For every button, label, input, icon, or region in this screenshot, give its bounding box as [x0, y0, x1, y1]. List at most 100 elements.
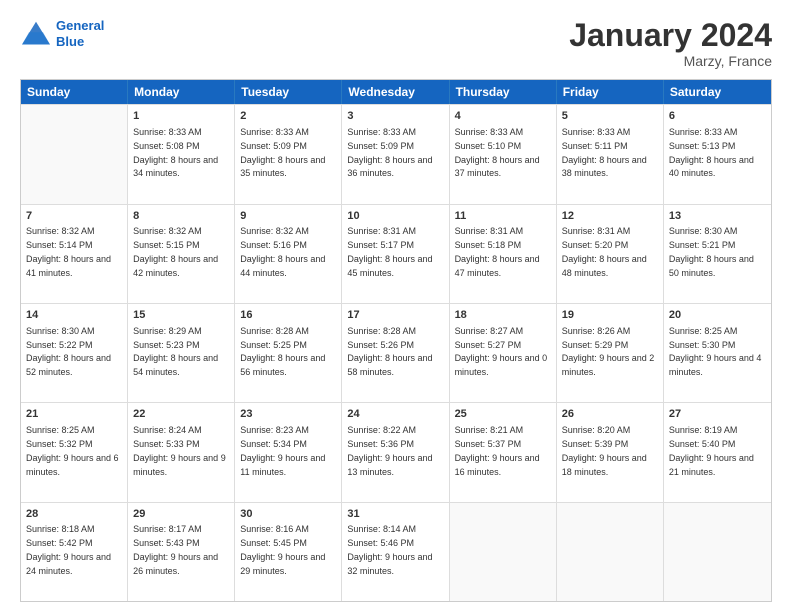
calendar-title: January 2024 [569, 18, 772, 53]
cal-cell-1-1: 8 Sunrise: 8:32 AMSunset: 5:15 PMDayligh… [128, 205, 235, 303]
day-info: Sunrise: 8:31 AMSunset: 5:17 PMDaylight:… [347, 226, 432, 277]
day-info: Sunrise: 8:33 AMSunset: 5:13 PMDaylight:… [669, 127, 754, 178]
day-number: 3 [347, 109, 443, 124]
week-row-0: 1 Sunrise: 8:33 AMSunset: 5:08 PMDayligh… [21, 104, 771, 203]
day-number: 28 [26, 507, 122, 522]
day-number: 2 [240, 109, 336, 124]
day-info: Sunrise: 8:33 AMSunset: 5:09 PMDaylight:… [240, 127, 325, 178]
day-info: Sunrise: 8:25 AMSunset: 5:30 PMDaylight:… [669, 326, 762, 377]
day-info: Sunrise: 8:18 AMSunset: 5:42 PMDaylight:… [26, 524, 111, 575]
header-day-tuesday: Tuesday [235, 80, 342, 104]
day-info: Sunrise: 8:14 AMSunset: 5:46 PMDaylight:… [347, 524, 432, 575]
cal-cell-3-3: 24 Sunrise: 8:22 AMSunset: 5:36 PMDaylig… [342, 403, 449, 501]
day-info: Sunrise: 8:23 AMSunset: 5:34 PMDaylight:… [240, 425, 325, 476]
logo-line1: General [56, 18, 104, 33]
week-row-1: 7 Sunrise: 8:32 AMSunset: 5:14 PMDayligh… [21, 204, 771, 303]
day-number: 15 [133, 308, 229, 323]
day-info: Sunrise: 8:32 AMSunset: 5:15 PMDaylight:… [133, 226, 218, 277]
day-info: Sunrise: 8:25 AMSunset: 5:32 PMDaylight:… [26, 425, 119, 476]
day-info: Sunrise: 8:32 AMSunset: 5:14 PMDaylight:… [26, 226, 111, 277]
day-number: 20 [669, 308, 766, 323]
header: General Blue January 2024 Marzy, France [20, 18, 772, 69]
day-number: 22 [133, 407, 229, 422]
cal-cell-2-4: 18 Sunrise: 8:27 AMSunset: 5:27 PMDaylig… [450, 304, 557, 402]
cal-cell-4-3: 31 Sunrise: 8:14 AMSunset: 5:46 PMDaylig… [342, 503, 449, 601]
day-number: 9 [240, 209, 336, 224]
cal-cell-4-1: 29 Sunrise: 8:17 AMSunset: 5:43 PMDaylig… [128, 503, 235, 601]
day-number: 4 [455, 109, 551, 124]
cal-cell-0-6: 6 Sunrise: 8:33 AMSunset: 5:13 PMDayligh… [664, 105, 771, 203]
day-info: Sunrise: 8:19 AMSunset: 5:40 PMDaylight:… [669, 425, 754, 476]
logo-text: General Blue [56, 18, 104, 49]
day-number: 25 [455, 407, 551, 422]
header-day-thursday: Thursday [450, 80, 557, 104]
day-number: 24 [347, 407, 443, 422]
day-info: Sunrise: 8:30 AMSunset: 5:22 PMDaylight:… [26, 326, 111, 377]
day-number: 17 [347, 308, 443, 323]
day-info: Sunrise: 8:17 AMSunset: 5:43 PMDaylight:… [133, 524, 218, 575]
day-info: Sunrise: 8:27 AMSunset: 5:27 PMDaylight:… [455, 326, 548, 377]
logo-icon [20, 20, 52, 48]
calendar-subtitle: Marzy, France [569, 53, 772, 69]
day-info: Sunrise: 8:33 AMSunset: 5:11 PMDaylight:… [562, 127, 647, 178]
cal-cell-1-3: 10 Sunrise: 8:31 AMSunset: 5:17 PMDaylig… [342, 205, 449, 303]
cal-cell-1-6: 13 Sunrise: 8:30 AMSunset: 5:21 PMDaylig… [664, 205, 771, 303]
cal-cell-2-1: 15 Sunrise: 8:29 AMSunset: 5:23 PMDaylig… [128, 304, 235, 402]
cal-cell-4-0: 28 Sunrise: 8:18 AMSunset: 5:42 PMDaylig… [21, 503, 128, 601]
cal-cell-0-4: 4 Sunrise: 8:33 AMSunset: 5:10 PMDayligh… [450, 105, 557, 203]
cal-cell-0-2: 2 Sunrise: 8:33 AMSunset: 5:09 PMDayligh… [235, 105, 342, 203]
header-day-monday: Monday [128, 80, 235, 104]
day-info: Sunrise: 8:22 AMSunset: 5:36 PMDaylight:… [347, 425, 432, 476]
day-info: Sunrise: 8:29 AMSunset: 5:23 PMDaylight:… [133, 326, 218, 377]
day-info: Sunrise: 8:32 AMSunset: 5:16 PMDaylight:… [240, 226, 325, 277]
day-info: Sunrise: 8:33 AMSunset: 5:09 PMDaylight:… [347, 127, 432, 178]
cal-cell-3-5: 26 Sunrise: 8:20 AMSunset: 5:39 PMDaylig… [557, 403, 664, 501]
day-info: Sunrise: 8:31 AMSunset: 5:20 PMDaylight:… [562, 226, 647, 277]
day-number: 31 [347, 507, 443, 522]
cal-cell-1-4: 11 Sunrise: 8:31 AMSunset: 5:18 PMDaylig… [450, 205, 557, 303]
day-info: Sunrise: 8:20 AMSunset: 5:39 PMDaylight:… [562, 425, 647, 476]
day-number: 18 [455, 308, 551, 323]
day-number: 16 [240, 308, 336, 323]
calendar: SundayMondayTuesdayWednesdayThursdayFrid… [20, 79, 772, 602]
cal-cell-0-3: 3 Sunrise: 8:33 AMSunset: 5:09 PMDayligh… [342, 105, 449, 203]
cal-cell-2-6: 20 Sunrise: 8:25 AMSunset: 5:30 PMDaylig… [664, 304, 771, 402]
calendar-header: SundayMondayTuesdayWednesdayThursdayFrid… [21, 80, 771, 104]
logo: General Blue [20, 18, 104, 49]
cal-cell-4-6 [664, 503, 771, 601]
cal-cell-1-5: 12 Sunrise: 8:31 AMSunset: 5:20 PMDaylig… [557, 205, 664, 303]
cal-cell-3-1: 22 Sunrise: 8:24 AMSunset: 5:33 PMDaylig… [128, 403, 235, 501]
day-number: 14 [26, 308, 122, 323]
cal-cell-3-2: 23 Sunrise: 8:23 AMSunset: 5:34 PMDaylig… [235, 403, 342, 501]
day-info: Sunrise: 8:21 AMSunset: 5:37 PMDaylight:… [455, 425, 540, 476]
day-number: 19 [562, 308, 658, 323]
day-number: 11 [455, 209, 551, 224]
day-number: 7 [26, 209, 122, 224]
cal-cell-1-0: 7 Sunrise: 8:32 AMSunset: 5:14 PMDayligh… [21, 205, 128, 303]
day-number: 8 [133, 209, 229, 224]
title-block: January 2024 Marzy, France [569, 18, 772, 69]
day-info: Sunrise: 8:33 AMSunset: 5:10 PMDaylight:… [455, 127, 540, 178]
day-info: Sunrise: 8:31 AMSunset: 5:18 PMDaylight:… [455, 226, 540, 277]
day-info: Sunrise: 8:26 AMSunset: 5:29 PMDaylight:… [562, 326, 655, 377]
day-info: Sunrise: 8:30 AMSunset: 5:21 PMDaylight:… [669, 226, 754, 277]
day-number: 26 [562, 407, 658, 422]
cal-cell-0-1: 1 Sunrise: 8:33 AMSunset: 5:08 PMDayligh… [128, 105, 235, 203]
week-row-2: 14 Sunrise: 8:30 AMSunset: 5:22 PMDaylig… [21, 303, 771, 402]
day-number: 1 [133, 109, 229, 124]
header-day-sunday: Sunday [21, 80, 128, 104]
header-day-wednesday: Wednesday [342, 80, 449, 104]
day-number: 23 [240, 407, 336, 422]
day-number: 13 [669, 209, 766, 224]
day-number: 21 [26, 407, 122, 422]
day-number: 12 [562, 209, 658, 224]
day-number: 27 [669, 407, 766, 422]
cal-cell-4-4 [450, 503, 557, 601]
cal-cell-0-5: 5 Sunrise: 8:33 AMSunset: 5:11 PMDayligh… [557, 105, 664, 203]
page: General Blue January 2024 Marzy, France … [0, 0, 792, 612]
cal-cell-2-3: 17 Sunrise: 8:28 AMSunset: 5:26 PMDaylig… [342, 304, 449, 402]
cal-cell-0-0 [21, 105, 128, 203]
day-number: 5 [562, 109, 658, 124]
header-day-saturday: Saturday [664, 80, 771, 104]
day-number: 29 [133, 507, 229, 522]
